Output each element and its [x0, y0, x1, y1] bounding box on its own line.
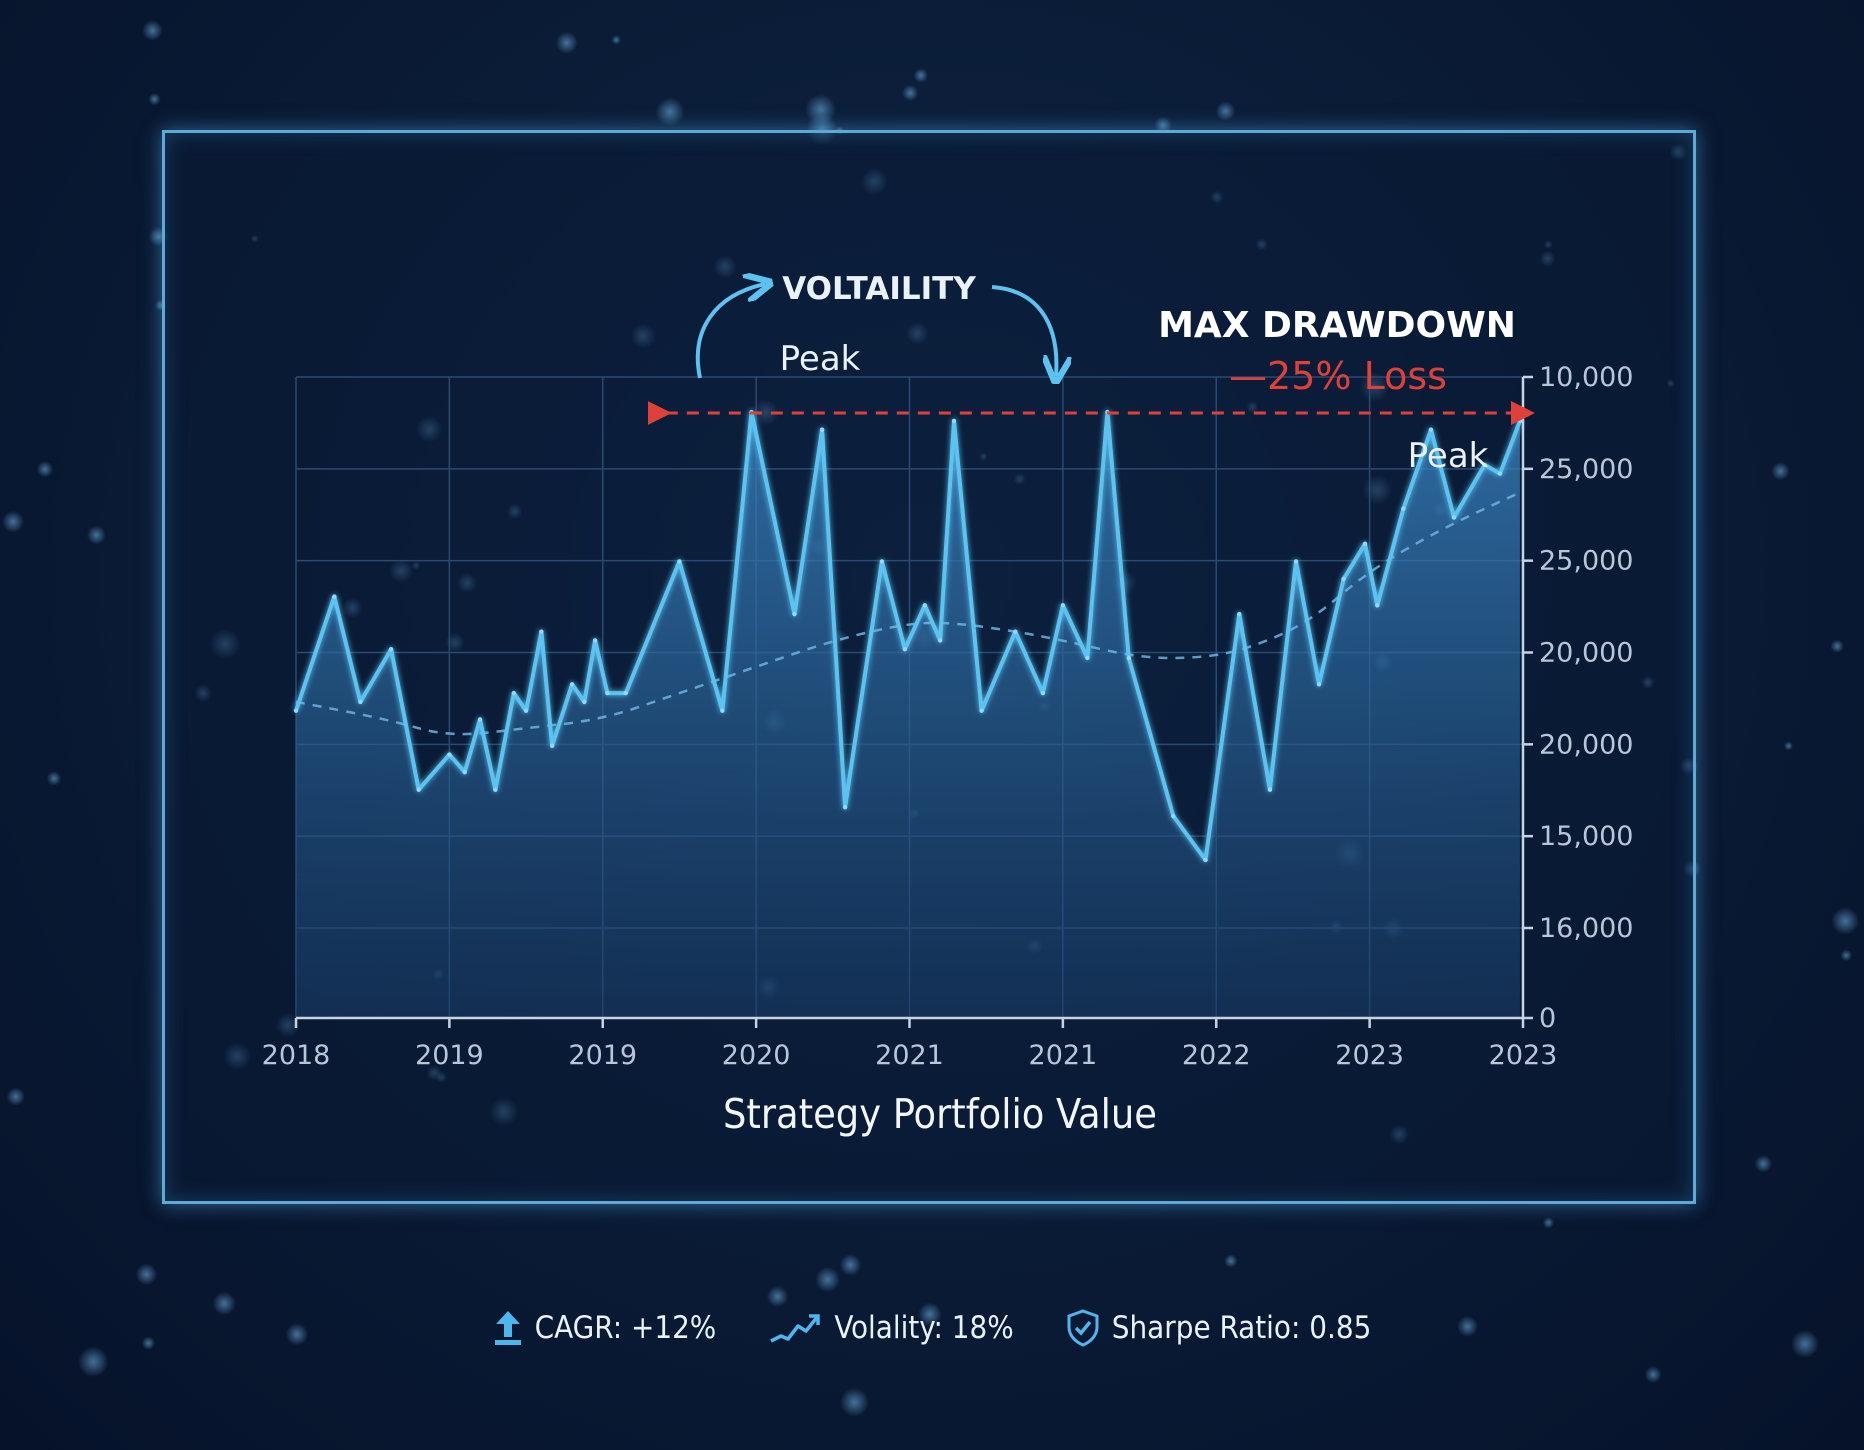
metric-sharpe-label: Sharpe Ratio: 0.85	[1111, 1310, 1372, 1346]
volatility-left-arrow	[695, 284, 765, 379]
volatility-right-arrow	[991, 285, 1056, 376]
data-point	[819, 427, 825, 432]
data-point	[1040, 690, 1046, 696]
data-point	[1203, 857, 1208, 863]
y-tick-label: 15,000	[1539, 821, 1633, 852]
y-tick-label: 25,000	[1539, 454, 1633, 485]
portfolio-chart: 2018 2019 2019 2020 2021 2021 2022 2023 2023 10,…	[262, 271, 1634, 1138]
data-point	[1293, 559, 1299, 564]
data-point	[447, 752, 452, 757]
data-point	[511, 690, 516, 696]
data-point	[623, 690, 628, 696]
data-point	[1497, 471, 1503, 476]
data-point	[1013, 629, 1018, 634]
data-point	[592, 638, 598, 643]
data-point	[922, 603, 928, 608]
data-point	[1316, 682, 1322, 687]
metric-volatility: Volality: 18%	[768, 1310, 1014, 1346]
data-point	[332, 594, 337, 599]
upload-arrow-icon	[494, 1311, 521, 1345]
data-point	[1341, 576, 1346, 582]
data-point	[951, 418, 957, 424]
x-tick-label: 2023	[1335, 1040, 1404, 1071]
x-tick-label: 2021	[875, 1040, 944, 1071]
trend-line-icon	[770, 1314, 821, 1343]
peak-right-label: Peak	[1408, 436, 1489, 476]
x-tick-label: 2019	[415, 1040, 484, 1071]
data-point	[1171, 813, 1176, 819]
y-tick-label: 0	[1539, 1003, 1556, 1034]
x-tick-label: 2021	[1029, 1040, 1098, 1071]
data-point	[416, 787, 421, 792]
data-point	[549, 743, 555, 748]
data-point	[937, 638, 943, 643]
data-point	[1060, 603, 1066, 608]
data-point	[1451, 515, 1457, 520]
x-tick-label: 2022	[1182, 1040, 1251, 1071]
data-point	[1362, 541, 1368, 547]
data-point	[582, 699, 587, 705]
y-tick-label: 16,000	[1539, 913, 1633, 944]
shield-check-icon	[1067, 1309, 1099, 1347]
data-point	[293, 708, 299, 713]
data-point	[879, 559, 885, 564]
y-tick-label: 25,000	[1539, 546, 1633, 577]
data-point	[523, 708, 529, 713]
y-tick-label: 10,000	[1539, 362, 1633, 393]
data-point	[605, 690, 610, 696]
data-point	[539, 629, 544, 634]
x-tick-label: 2018	[262, 1040, 331, 1071]
data-point	[842, 805, 848, 810]
data-point	[1375, 603, 1380, 608]
volatility-label: VOLTAILITY	[782, 271, 976, 307]
data-point	[979, 708, 984, 713]
data-point	[358, 699, 363, 705]
y-tick-label: 20,000	[1539, 729, 1633, 760]
data-point	[1267, 787, 1273, 792]
data-point	[1126, 655, 1132, 661]
data-point	[1085, 655, 1090, 661]
data-point	[462, 769, 467, 775]
data-point	[720, 708, 725, 713]
data-point	[569, 682, 575, 687]
data-point	[477, 717, 483, 722]
metrics-bar: CAGR: +12% Volality: 18% Sharpe Ratio: 0…	[0, 1300, 1864, 1356]
metric-sharpe: Sharpe Ratio: 0.85	[1066, 1309, 1372, 1347]
data-point	[902, 647, 908, 652]
x-axis-ticks: 2018 2019 2019 2020 2021 2021 2022 2023 2023	[262, 1018, 1558, 1071]
metric-volatility-label: Volality: 18%	[834, 1310, 1014, 1346]
data-point	[792, 611, 797, 617]
x-axis-title: Strategy Portfolio Value	[723, 1090, 1157, 1138]
data-point	[493, 787, 498, 792]
y-axis-ticks: 10,000 25,000 25,000 20,000 20,000 15,000 16,0…	[1523, 362, 1633, 1034]
metric-cagr-label: CAGR: +12%	[534, 1310, 717, 1346]
x-tick-label: 2019	[568, 1040, 637, 1071]
data-point	[1237, 611, 1242, 617]
x-tick-label: 2023	[1489, 1040, 1558, 1071]
portfolio-area-fill	[296, 412, 1520, 1019]
peak-left-label: Peak	[780, 339, 861, 379]
data-point	[677, 559, 682, 564]
x-tick-label: 2020	[722, 1040, 791, 1071]
data-point	[1517, 418, 1523, 424]
y-tick-label: 20,000	[1539, 638, 1633, 669]
data-point	[388, 647, 394, 652]
data-point	[1428, 427, 1434, 432]
data-point	[1401, 506, 1406, 511]
max-drawdown-label: MAX DRAWDOWN	[1158, 305, 1516, 346]
drawdown-loss-label: —25% Loss	[1229, 354, 1447, 398]
metric-cagr: CAGR: +12%	[493, 1309, 717, 1347]
